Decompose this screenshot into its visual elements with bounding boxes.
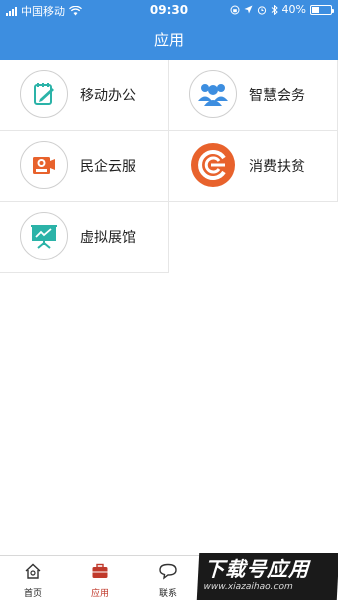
- tab-home[interactable]: 首页: [13, 562, 53, 599]
- app-tile-smart-meeting[interactable]: 智慧会务: [169, 60, 338, 131]
- app-tile-virtual-exhibition[interactable]: 虚拟展馆: [0, 202, 169, 273]
- briefcase-icon: [92, 563, 108, 578]
- app-label: 虚拟展馆: [80, 230, 136, 246]
- app-label: 移动办公: [80, 88, 136, 104]
- app-icon-frame: [20, 212, 68, 260]
- camera-kiosk-icon: [33, 157, 55, 174]
- app-label: 民企云服: [80, 159, 136, 175]
- tab-contact[interactable]: 联系: [148, 562, 188, 599]
- notepad-pencil-icon: [34, 83, 54, 105]
- location-arrow-icon: [244, 5, 253, 14]
- watermark-badge: 下载号应用 www.xiazaihao.com: [196, 553, 338, 600]
- status-right: 40%: [230, 3, 334, 16]
- spiral-logo-icon: [191, 143, 235, 187]
- chat-bubble-icon: [159, 563, 177, 580]
- app-label: 消费扶贫: [249, 159, 305, 175]
- app-icon-frame: [189, 70, 237, 118]
- tab-label: 应用: [90, 589, 109, 599]
- rotation-lock-icon: [230, 5, 240, 14]
- watermark-url: www.xiazaihao.com: [203, 582, 293, 592]
- watermark-title: 下载号应用: [203, 557, 311, 581]
- alarm-icon: [257, 5, 266, 15]
- app-tile-mobile-office[interactable]: 移动办公: [0, 60, 169, 131]
- app-screen: 中国移动 09:30 40% 应用 移动办公 智慧会务 民企云服 消费扶贫 虚拟…: [0, 0, 338, 600]
- tab-apps[interactable]: 应用: [80, 562, 120, 599]
- battery-icon: [310, 4, 334, 15]
- app-tile-enterprise-cloud[interactable]: 民企云服: [0, 131, 169, 202]
- app-tile-consumer-poverty[interactable]: 消费扶贫: [169, 131, 338, 202]
- tab-label: 首页: [23, 589, 42, 599]
- app-icon-frame: [20, 70, 68, 118]
- battery-level-fill: [312, 6, 320, 13]
- presentation-board-icon: [31, 225, 57, 249]
- page-title: 应用: [0, 20, 338, 60]
- app-icon-frame: [20, 141, 68, 189]
- app-icon-frame: [189, 141, 237, 189]
- app-label: 智慧会务: [249, 88, 305, 104]
- people-group-icon: [198, 84, 228, 106]
- battery-percent: 40%: [281, 3, 306, 16]
- bluetooth-icon: [271, 4, 278, 15]
- home-icon: [25, 563, 41, 579]
- status-bar: 中国移动 09:30 40%: [0, 0, 338, 20]
- tab-label: 联系: [158, 589, 177, 599]
